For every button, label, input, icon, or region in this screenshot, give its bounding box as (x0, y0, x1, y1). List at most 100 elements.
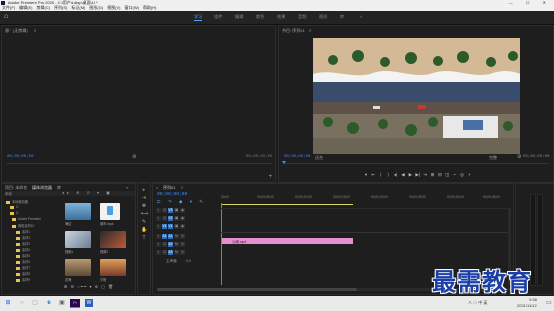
tree-item[interactable]: 本地驱动器 (6, 199, 28, 204)
source-menu-icon[interactable]: ≡ (34, 28, 36, 33)
rewind-icon[interactable]: ◀ (400, 172, 406, 178)
workspace-libraries[interactable]: 库 (340, 14, 344, 20)
media-thumbnail[interactable] (100, 231, 126, 248)
tree-item[interactable]: 素材7 (16, 265, 30, 270)
search-icon[interactable]: ○ (18, 299, 26, 307)
menu-graphics[interactable]: 图形(G) (89, 5, 103, 10)
task-view-icon[interactable]: ▢ (31, 299, 39, 307)
export-frame-icon[interactable]: ⌁ (452, 172, 458, 178)
path-select[interactable]: 本地 (5, 191, 12, 196)
tree-item[interactable]: 素材5 (16, 253, 30, 258)
lift-icon[interactable]: ⊞ (430, 172, 436, 178)
workspace-learn[interactable]: 学习 (194, 14, 203, 21)
project-more-icon[interactable]: » (126, 185, 128, 190)
source-add-button-icon[interactable]: + (268, 174, 272, 180)
camera-icon[interactable]: ◎ (459, 172, 465, 178)
clock-date[interactable]: 2021/11/12 (517, 303, 537, 308)
video-clip[interactable]: 沙滩.mp4 (222, 238, 353, 244)
home-icon[interactable]: ⌂ (4, 13, 8, 20)
tree-item[interactable]: 素材2 (16, 235, 30, 240)
selection-tool-icon[interactable]: ▸ (141, 187, 147, 193)
program-scrub-bar[interactable] (283, 163, 549, 164)
source-settings-icon[interactable]: ⚙ (132, 154, 136, 160)
notifications-icon[interactable]: ▭ (546, 299, 552, 306)
workspace-more[interactable]: » (360, 14, 362, 19)
timeline-timecode[interactable]: 00;00;00;00 (157, 192, 187, 197)
timeline-playhead[interactable] (221, 203, 222, 285)
go-to-out-icon[interactable]: ⇥ (422, 172, 428, 178)
menu-help[interactable]: 帮助(H) (143, 5, 157, 10)
extract-icon[interactable]: ⊟ (437, 172, 443, 178)
play-icon[interactable]: ▶ (407, 172, 413, 178)
project-bottom-tools[interactable]: ⊞ ☰ ○━━ ▾ ⊕ ▢ 🗑 (64, 284, 134, 290)
pen-tool-icon[interactable]: ✎ (141, 219, 147, 225)
tree-item[interactable]: D: (10, 211, 19, 215)
workspace-effects[interactable]: 效果 (277, 14, 285, 20)
media-thumbnail[interactable] (100, 203, 120, 220)
tree-item[interactable]: Adobe Premiere (12, 217, 41, 221)
workspace-assembly[interactable]: 组件 (214, 14, 222, 20)
word-taskbar-icon[interactable]: W (85, 299, 93, 307)
media-thumbnail[interactable] (65, 259, 91, 276)
tree-item[interactable]: C: (10, 205, 19, 209)
workspace-color[interactable]: 颜色 (256, 14, 264, 20)
menu-file[interactable]: 文件(F) (2, 5, 15, 10)
track-header-a1[interactable]: ◐ A1 A1 M S (156, 234, 219, 242)
media-thumbnail[interactable] (100, 259, 126, 276)
timeline-menu-icon[interactable]: ≡ (181, 185, 183, 190)
master-volume[interactable]: 0.0 (186, 259, 191, 263)
program-monitor-title[interactable]: 节目: 序列01 (282, 28, 305, 34)
track-header-v2[interactable]: ◐ ⊡ V2 ▣ ◉ (156, 216, 219, 224)
premiere-taskbar-icon[interactable]: Pr (70, 299, 80, 308)
timeline-toolbar-icons[interactable]: ⊏ ↷ ◆ ▾ ✎ (157, 199, 217, 205)
timeline-close-icon[interactable]: × (156, 185, 158, 190)
start-menu-icon[interactable]: ⊞ (4, 299, 12, 307)
source-timecode-left[interactable]: 00;00;00;00 (7, 155, 33, 159)
work-area-bar[interactable] (221, 204, 353, 205)
workspace-editing[interactable]: 编辑 (235, 14, 243, 20)
clock-time[interactable]: 9:38 (522, 297, 544, 302)
track-header-master[interactable]: 主声道 0.0 (156, 259, 219, 267)
compare-view-icon[interactable]: ◫ (444, 172, 450, 178)
type-tool-icon[interactable]: T (141, 235, 147, 241)
program-settings-icon[interactable]: ⚙ (517, 154, 521, 160)
track-header-a3[interactable]: ◐ ⊡ A3 M S (156, 250, 219, 258)
program-menu-icon[interactable]: ≡ (309, 28, 311, 33)
workspace-graphics[interactable]: 图形 (319, 14, 327, 20)
source-monitor-title[interactable]: 源：(无剪辑) (5, 28, 28, 34)
tree-item[interactable]: 素材8 (16, 271, 30, 276)
tree-item[interactable]: 素材9 (16, 277, 30, 282)
browser-tool-icons[interactable]: ◂▸ ⊕ ⊙ ▾ ▣ (62, 190, 113, 195)
tree-item[interactable]: 素材4 (16, 247, 30, 252)
slip-tool-icon[interactable]: ⟷ (141, 211, 148, 217)
menu-sequence[interactable]: 序列(S) (54, 5, 67, 10)
step-forward-icon[interactable]: ▶| (415, 172, 421, 178)
workspace-audio[interactable]: 音频 (298, 14, 306, 20)
menu-window[interactable]: 窗口(W) (124, 5, 138, 10)
media-thumbnail[interactable] (65, 231, 91, 248)
system-tray[interactable]: ∧ ☁ 中 英 (468, 300, 487, 306)
go-to-in-icon[interactable]: ⟩ (385, 172, 391, 178)
file-explorer-icon[interactable]: ▣ (58, 299, 66, 307)
mark-in-icon[interactable]: ⇤ (370, 172, 376, 178)
program-fit-select[interactable]: 适合 (315, 155, 323, 161)
program-resolution-select[interactable]: 完整 (489, 155, 497, 161)
track-header-v3[interactable]: ◐ ⊡ V3 ▣ ◉ (156, 208, 219, 216)
track-header-a2[interactable]: ◐ ⊡ A2 M S (156, 242, 219, 250)
program-playhead-marker[interactable] (282, 161, 286, 164)
tree-item[interactable]: 素材1 (16, 229, 30, 234)
ripple-edit-tool-icon[interactable]: ✥ (141, 203, 147, 209)
program-timecode-left[interactable]: 00;00;00;00 (284, 155, 310, 159)
step-back-icon[interactable]: ◂| (393, 172, 399, 178)
mark-out-icon[interactable]: ⟨ (378, 172, 384, 178)
menu-clip[interactable]: 剪辑(C) (36, 5, 50, 10)
timeline-ruler[interactable]: 00;00 00;00;05;00 00;00;10;00 00;00;15;0… (221, 194, 511, 202)
tree-item[interactable]: 素材6 (16, 259, 30, 264)
tree-item[interactable]: 素材3 (16, 241, 30, 246)
menu-view[interactable]: 视图(V) (107, 5, 120, 10)
track-header-v1[interactable]: ◐ V1 V1 ▣ ◉ (156, 224, 219, 232)
tree-item[interactable]: 网络素材10 (12, 223, 34, 228)
source-scrub-bar[interactable] (6, 163, 272, 164)
menu-edit[interactable]: 编辑(E) (19, 5, 32, 10)
hand-tool-icon[interactable]: ✋ (141, 227, 147, 233)
